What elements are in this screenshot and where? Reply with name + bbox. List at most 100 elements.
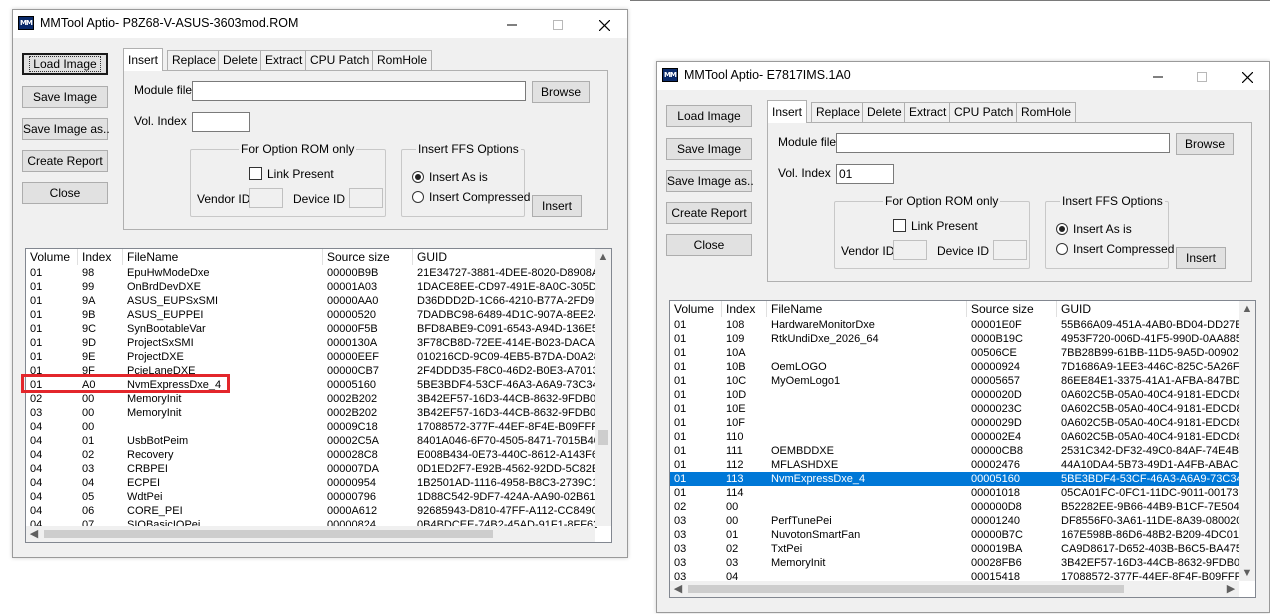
- table-row[interactable]: 01 10C MyOemLogo1 00005657 86EE84E1-3375-41A…: [670, 374, 1241, 388]
- table-row[interactable]: 04 01 UsbBotPeim 00002C5A 8401A046-6F70-4505…: [26, 434, 597, 448]
- horizontal-scrollbar[interactable]: ◀: [26, 526, 595, 542]
- column-guid[interactable]: GUID: [413, 249, 597, 265]
- link-present-checkbox[interactable]: [249, 167, 262, 180]
- table-row[interactable]: 01 10F 0000029D 0A602C5B-05A0-40C4-9181-EDC…: [670, 416, 1241, 430]
- title-bar[interactable]: MM MMTool Aptio- P8Z68-V-ASUS-3603mod.RO…: [13, 10, 627, 38]
- tab-insert[interactable]: Insert: [767, 100, 808, 123]
- browse-button[interactable]: Browse: [532, 81, 590, 103]
- horizontal-scrollbar[interactable]: ◀ ▶: [670, 581, 1239, 597]
- vertical-scroll-thumb[interactable]: [598, 430, 608, 445]
- tab-extract[interactable]: Extract: [904, 102, 952, 122]
- table-row[interactable]: 04 03 CRBPEI 000007DA 0D1ED2F7-E92B-4562-92D…: [26, 462, 597, 476]
- load-image-button[interactable]: Load Image: [666, 105, 752, 127]
- table-row[interactable]: 02 00 MemoryInit 0002B202 3B42EF57-16D3-44CB…: [26, 392, 597, 406]
- table-row[interactable]: 01 10B OemLOGO 00000924 7D1686A9-1EE3-446C-8…: [670, 360, 1241, 374]
- close-window-button[interactable]: [1224, 62, 1270, 90]
- create-report-button[interactable]: Create Report: [22, 150, 108, 172]
- tab-cpu-patch[interactable]: CPU Patch: [949, 102, 1019, 122]
- table-row[interactable]: 01 113 NvmExpressDxe_4 00005160 5BE3BDF4-53C…: [670, 472, 1241, 486]
- table-row[interactable]: 03 01 NuvotonSmartFan 00000B7C 167E598B-86D6…: [670, 528, 1241, 542]
- scroll-up-arrow-icon[interactable]: ▲: [595, 249, 611, 265]
- table-row[interactable]: 04 00 00009C18 17088572-377F-44EF-8F4E-B09F…: [26, 420, 597, 434]
- table-row[interactable]: 01 98 EpuHwModeDxe 00000B9B 21E34727-3881-4D…: [26, 266, 597, 280]
- table-row[interactable]: 01 10A 00506CE 7BB28B99-61BB-11D5-9A5D-0090…: [670, 346, 1241, 360]
- table-row[interactable]: 01 9B ASUS_EUPPEI 00000520 7DADBC98-6489-4D1…: [26, 308, 597, 322]
- table-row[interactable]: 03 03 MemoryInit 00028FB6 3B42EF57-16D3-44CB…: [670, 556, 1241, 570]
- browse-button[interactable]: Browse: [1176, 133, 1234, 155]
- column-guid[interactable]: GUID: [1057, 301, 1241, 317]
- tab-replace[interactable]: Replace: [811, 102, 866, 122]
- table-row[interactable]: 03 00 PerfTunePei 00001240 DF8556F0-3A61-11D…: [670, 514, 1241, 528]
- title-bar[interactable]: MM MMTool Aptio- E7817IMS.1A0: [657, 62, 1269, 90]
- minimize-button[interactable]: [489, 10, 535, 38]
- insert-button[interactable]: Insert: [1176, 247, 1226, 269]
- table-row[interactable]: 01 112 MFLASHDXE 00002476 44A10DA4-5B73-49D1…: [670, 458, 1241, 472]
- table-row[interactable]: 04 05 WdtPei 00000796 1D88C542-9DF7-424A-AA9…: [26, 490, 597, 504]
- table-row[interactable]: 01 10E 0000023C 0A602C5B-05A0-40C4-9181-EDC…: [670, 402, 1241, 416]
- table-row[interactable]: 01 9D ProjectSxSMI 0000130A 3F78CB8D-72EE-41…: [26, 336, 597, 350]
- close-window-button[interactable]: [581, 10, 627, 38]
- create-report-button[interactable]: Create Report: [666, 202, 752, 224]
- column-index[interactable]: Index: [78, 249, 123, 265]
- insert-compressed-radio[interactable]: [412, 191, 424, 203]
- table-row[interactable]: 01 9C SynBootableVar 00000F5B BFD8ABE9-C091-…: [26, 322, 597, 336]
- close-button[interactable]: Close: [666, 234, 752, 256]
- tab-delete[interactable]: Delete: [218, 50, 263, 70]
- table-row[interactable]: 03 02 TxtPei 000019BA CA9D8617-D652-403B-B6C…: [670, 542, 1241, 556]
- column-filename[interactable]: FileName: [767, 301, 967, 317]
- module-list[interactable]: Volume Index FileName Source size GUID 0…: [25, 248, 612, 543]
- save-image-as-button[interactable]: Save Image as..: [666, 170, 754, 192]
- table-row[interactable]: 01 109 RtkUndiDxe_2026_64 0000B19C 4953F720-…: [670, 332, 1241, 346]
- column-filename[interactable]: FileName: [123, 249, 323, 265]
- scroll-left-arrow-icon[interactable]: ◀: [670, 581, 686, 597]
- save-image-button[interactable]: Save Image: [666, 138, 752, 160]
- column-volume[interactable]: Volume: [670, 301, 722, 317]
- module-list[interactable]: Volume Index FileName Source size GUID 0…: [669, 300, 1256, 598]
- scroll-down-arrow-icon[interactable]: ▼: [1239, 565, 1255, 581]
- table-row[interactable]: 01 111 OEMBDDXE 00000CB8 2531C342-DF32-49C0-…: [670, 444, 1241, 458]
- scroll-up-arrow-icon[interactable]: ▲: [1239, 301, 1255, 317]
- table-row[interactable]: 04 06 CORE_PEI 0000A612 92685943-D810-47FF-A…: [26, 504, 597, 518]
- tab-extract[interactable]: Extract: [260, 50, 308, 70]
- scroll-left-arrow-icon[interactable]: ◀: [26, 526, 42, 542]
- table-row[interactable]: 01 9E ProjectDXE 00000EEF 010216CD-9C09-4EB5…: [26, 350, 597, 364]
- column-source-size[interactable]: Source size: [967, 301, 1057, 317]
- table-row[interactable]: 04 02 Recovery 000028C8 E008B434-0E73-440C-8…: [26, 448, 597, 462]
- vertical-scrollbar[interactable]: ▲ ▼: [1239, 301, 1255, 581]
- table-row[interactable]: 01 108 HardwareMonitorDxe 00001E0F 55B66A09-…: [670, 318, 1241, 332]
- table-row[interactable]: 04 04 ECPEI 00000954 1B2501AD-1116-4958-B8C3…: [26, 476, 597, 490]
- insert-as-is-radio[interactable]: [1056, 223, 1068, 235]
- tab-romhole[interactable]: RomHole: [1016, 102, 1077, 122]
- tab-delete[interactable]: Delete: [862, 102, 907, 122]
- horizontal-scroll-thumb[interactable]: [44, 530, 493, 538]
- table-row[interactable]: 03 00 MemoryInit 0002B202 3B42EF57-16D3-44CB…: [26, 406, 597, 420]
- vol-index-input[interactable]: [192, 112, 250, 132]
- table-row[interactable]: 01 10D 0000020D 0A602C5B-05A0-40C4-9181-EDC…: [670, 388, 1241, 402]
- vertical-scrollbar[interactable]: ▲: [595, 249, 611, 526]
- table-row[interactable]: 01 9A ASUS_EUPSxSMI 00000AA0 D36DDD2D-1C66-4…: [26, 294, 597, 308]
- scroll-right-arrow-icon[interactable]: ▶: [1223, 581, 1239, 597]
- table-row[interactable]: 01 110 000002E4 0A602C5B-05A0-40C4-9181-EDC…: [670, 430, 1241, 444]
- tab-replace[interactable]: Replace: [167, 50, 222, 70]
- minimize-button[interactable]: [1135, 62, 1181, 90]
- column-index[interactable]: Index: [722, 301, 767, 317]
- save-image-button[interactable]: Save Image: [22, 86, 108, 108]
- table-row[interactable]: 02 00 000000D8 B52282EE-9B66-44B9-B1CF-7E50…: [670, 500, 1241, 514]
- insert-compressed-radio[interactable]: [1056, 243, 1068, 255]
- vol-index-input[interactable]: 01: [836, 164, 894, 184]
- link-present-checkbox[interactable]: [893, 219, 906, 232]
- tab-cpu-patch[interactable]: CPU Patch: [305, 50, 375, 70]
- save-image-as-button[interactable]: Save Image as..: [22, 118, 110, 140]
- column-volume[interactable]: Volume: [26, 249, 78, 265]
- module-file-input[interactable]: [836, 133, 1170, 153]
- insert-button[interactable]: Insert: [532, 195, 582, 217]
- horizontal-scroll-thumb[interactable]: [688, 585, 1124, 593]
- module-file-input[interactable]: [192, 81, 526, 101]
- column-source-size[interactable]: Source size: [323, 249, 413, 265]
- close-button[interactable]: Close: [22, 182, 108, 204]
- load-image-button[interactable]: Load Image: [22, 53, 108, 75]
- tab-romhole[interactable]: RomHole: [372, 50, 433, 70]
- table-row[interactable]: 01 99 OnBrdDevDXE 00001A03 1DACE8EE-CD97-491…: [26, 280, 597, 294]
- table-row[interactable]: 01 114 00001018 05CA01FC-0FC1-11DC-9011-001…: [670, 486, 1241, 500]
- insert-as-is-radio[interactable]: [412, 171, 424, 183]
